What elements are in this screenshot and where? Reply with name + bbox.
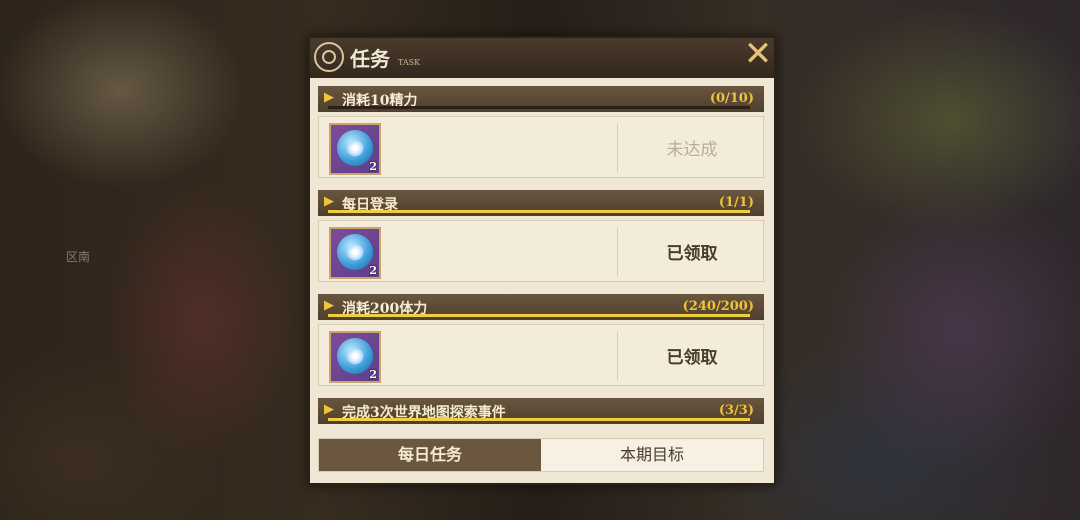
- progress-bar-fill: [328, 210, 750, 213]
- task-emblem-icon: [314, 42, 344, 72]
- task-header: ▶ 每日登录 (1/1): [318, 190, 764, 216]
- reward-item[interactable]: 2: [329, 123, 381, 175]
- arrow-right-icon: ▶: [324, 90, 334, 105]
- task-panel: 任务 TASK ✕ ▶ 消耗10精力 (0/10) 2 未达成 ▶ 每日登录 (…: [308, 36, 776, 485]
- blue-gem-icon: [337, 234, 373, 270]
- task-progress-count: (1/1): [718, 195, 754, 210]
- progress-bar-fill: [328, 418, 750, 421]
- task-header: ▶ 消耗10精力 (0/10): [318, 86, 764, 112]
- arrow-right-icon: ▶: [324, 194, 334, 209]
- task-status: 未达成: [666, 140, 718, 160]
- progress-bar: [328, 418, 750, 421]
- progress-bar-fill: [328, 314, 750, 317]
- task-progress-count: (240/200): [682, 299, 754, 314]
- task-body: 2 已领取: [318, 324, 764, 386]
- arrow-right-icon: ▶: [324, 298, 334, 313]
- panel-header: 任务 TASK ✕: [310, 37, 774, 78]
- close-icon[interactable]: ✕: [742, 37, 774, 71]
- reward-quantity: 2: [369, 368, 377, 381]
- reward-quantity: 2: [369, 160, 377, 173]
- task-header: ▶ 完成3次世界地图探索事件 (3/3): [318, 398, 764, 424]
- background-label: 区南: [66, 250, 91, 264]
- task-header: ▶ 消耗200体力 (240/200): [318, 294, 764, 320]
- task-list[interactable]: ▶ 消耗10精力 (0/10) 2 未达成 ▶ 每日登录 (1/1) 2 已领取…: [318, 86, 764, 424]
- panel-title-sub: TASK: [398, 58, 421, 67]
- reward-item[interactable]: 2: [329, 227, 381, 279]
- progress-bar: [328, 106, 750, 109]
- reward-item[interactable]: 2: [329, 331, 381, 383]
- task-status: 已领取: [666, 348, 718, 368]
- divider: [617, 123, 618, 173]
- divider: [617, 227, 618, 277]
- progress-bar: [328, 314, 750, 317]
- reward-quantity: 2: [369, 264, 377, 277]
- blue-gem-icon: [337, 338, 373, 374]
- task-body: 2 已领取: [318, 220, 764, 282]
- task-progress-count: (3/3): [718, 403, 754, 418]
- task-status: 已领取: [666, 244, 718, 264]
- progress-bar: [328, 210, 750, 213]
- task-body: 2 未达成: [318, 116, 764, 178]
- tab-period-goals[interactable]: 本期目标: [541, 439, 763, 471]
- divider: [617, 331, 618, 381]
- task-progress-count: (0/10): [709, 91, 754, 106]
- tab-daily-tasks[interactable]: 每日任务: [319, 439, 541, 471]
- panel-title: 任务: [350, 47, 390, 71]
- tab-bar: 每日任务 本期目标: [318, 438, 764, 472]
- arrow-right-icon: ▶: [324, 402, 334, 417]
- blue-gem-icon: [337, 130, 373, 166]
